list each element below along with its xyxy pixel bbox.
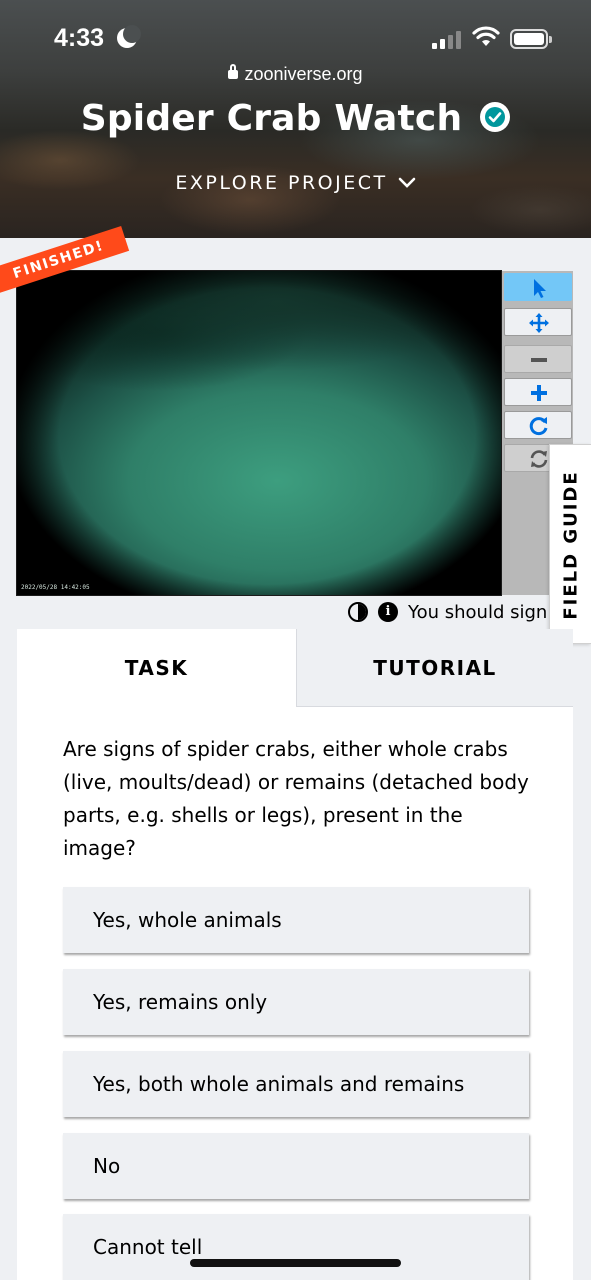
verified-check-icon <box>480 102 511 132</box>
zoom-in-icon <box>531 385 547 401</box>
pointer-tool-button[interactable] <box>504 273 572 301</box>
task-question: Are signs of spider crabs, either whole … <box>63 737 529 860</box>
explore-project-label: EXPLORE PROJECT <box>175 172 388 194</box>
pan-icon <box>529 313 549 333</box>
wifi-icon <box>472 26 500 46</box>
rotate-button[interactable] <box>504 411 572 439</box>
camera-timestamp: 2022/05/28 14:42:05 <box>21 584 90 591</box>
zoom-out-button[interactable] <box>504 345 572 373</box>
task-panel: TASK TUTORIAL Are signs of spider crabs,… <box>17 629 573 1280</box>
field-guide-label: FIELD GUIDE <box>560 470 582 620</box>
url-bar[interactable]: zooniverse.org <box>0 64 591 85</box>
moon-icon <box>117 25 141 48</box>
cellular-signal-icon <box>432 29 462 49</box>
invert-contrast-icon[interactable] <box>348 602 368 622</box>
project-header: 4:33 zooniverse.org Spider Crab Watch EX… <box>0 0 591 238</box>
chevron-down-icon <box>398 172 416 194</box>
url-text: zooniverse.org <box>244 64 363 84</box>
explore-project-menu[interactable]: EXPLORE PROJECT <box>0 172 591 194</box>
pointer-icon <box>534 279 546 298</box>
subject-image[interactable]: 2022/05/28 14:42:05 <box>16 270 502 596</box>
reset-icon <box>530 450 548 468</box>
info-icon[interactable]: i <box>378 602 398 622</box>
project-title-text: Spider Crab Watch <box>80 98 463 139</box>
lock-icon <box>228 64 239 79</box>
field-guide-tab[interactable]: FIELD GUIDE <box>549 444 591 644</box>
battery-icon <box>510 29 552 49</box>
rotate-icon <box>529 417 548 436</box>
pan-tool-button[interactable] <box>504 308 572 336</box>
zoom-in-button[interactable] <box>504 378 572 406</box>
zoom-out-icon <box>531 358 547 362</box>
answer-button-yes-remains-only[interactable]: Yes, remains only <box>63 969 529 1035</box>
tab-tutorial[interactable]: TUTORIAL <box>296 629 573 707</box>
home-indicator <box>190 1259 401 1267</box>
signin-note: You should sign <box>408 602 548 623</box>
status-time: 4:33 <box>54 24 105 52</box>
answer-button-yes-both[interactable]: Yes, both whole animals and remains <box>63 1051 529 1117</box>
project-title[interactable]: Spider Crab Watch <box>0 98 591 139</box>
answer-button-no[interactable]: No <box>63 1133 529 1199</box>
answer-button-cannot-tell[interactable]: Cannot tell <box>63 1214 529 1280</box>
tab-task[interactable]: TASK <box>17 629 296 707</box>
answer-button-yes-whole-animals[interactable]: Yes, whole animals <box>63 887 529 953</box>
underwater-seabed-photo <box>17 271 501 595</box>
